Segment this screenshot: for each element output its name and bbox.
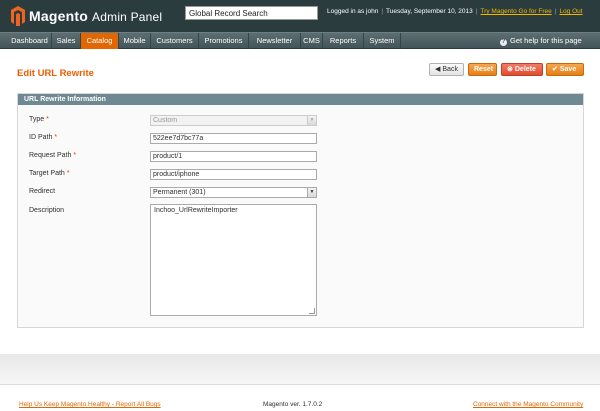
type-select-value: Custom xyxy=(153,117,178,124)
delete-icon: ⊗ xyxy=(507,66,513,73)
id-path-label: ID Path * xyxy=(29,134,58,141)
delete-button-label: Delete xyxy=(514,66,536,73)
back-button-label: Back xyxy=(442,66,458,73)
logout-link[interactable]: Log Out xyxy=(559,8,582,15)
target-path-label: Target Path * xyxy=(29,170,70,177)
save-icon: ✔ xyxy=(552,66,558,73)
global-search-input[interactable] xyxy=(185,6,318,20)
section-title: URL Rewrite Information xyxy=(18,94,583,105)
redirect-select-value: Permanent (301) xyxy=(153,189,206,196)
help-icon: ? xyxy=(500,39,507,46)
request-path-input[interactable]: product/1 xyxy=(150,151,317,162)
nav-item-promotions[interactable]: Promotions xyxy=(199,33,249,49)
type-label: Type * xyxy=(29,116,49,123)
nav-item-customers[interactable]: Customers xyxy=(151,33,199,49)
redirect-label: Redirect xyxy=(29,188,56,195)
save-button-label: Save xyxy=(559,66,577,73)
chevron-down-icon: ▼ xyxy=(307,116,316,125)
resize-grip-icon[interactable] xyxy=(309,308,315,314)
nav-item-reports[interactable]: Reports xyxy=(323,33,364,49)
nav-item-dashboard[interactable]: Dashboard xyxy=(0,33,52,49)
nav-item-cms[interactable]: CMS xyxy=(301,33,323,49)
header-user-info: Logged in as john | Tuesday, September 10,… xyxy=(327,8,583,15)
type-select[interactable]: Custom ▼ xyxy=(150,115,317,126)
admin-header: Magento Admin Panel Logged in as john|Tu… xyxy=(0,0,600,32)
id-path-input[interactable]: 522ee7d7bc77a xyxy=(150,133,317,144)
back-arrow-icon: ◀ xyxy=(435,66,441,73)
date-text: Tuesday, September 10, 2013 xyxy=(386,8,473,15)
target-path-input[interactable]: product/iphone xyxy=(150,169,317,180)
request-path-label: Request Path * xyxy=(29,152,77,159)
back-button[interactable]: ◀ Back xyxy=(429,63,464,76)
page-title: Edit URL Rewrite xyxy=(17,68,94,79)
brand-name: Magento Admin Panel xyxy=(29,8,163,24)
content-bottom-shade xyxy=(0,354,600,384)
try-magento-go-link[interactable]: Try Magento Go for Free xyxy=(480,8,551,15)
nav-item-sales[interactable]: Sales xyxy=(52,33,81,49)
nav-item-mobile[interactable]: Mobile xyxy=(119,33,151,49)
chevron-down-icon: ▼ xyxy=(307,188,316,197)
nav-item-system[interactable]: System xyxy=(364,33,401,49)
magento-logo[interactable]: Magento Admin Panel xyxy=(11,5,162,27)
help-link-label: Get help for this page xyxy=(510,36,582,45)
delete-button[interactable]: ⊗ Delete xyxy=(501,63,543,76)
reset-button[interactable]: Reset xyxy=(468,63,497,76)
logged-in-text: Logged in as john xyxy=(327,8,379,15)
description-textarea[interactable]: Inchoo_UrlRewriteImporter xyxy=(150,204,317,316)
nav-item-catalog[interactable]: Catalog xyxy=(81,33,119,49)
redirect-select[interactable]: Permanent (301) ▼ xyxy=(150,187,317,198)
save-button[interactable]: ✔ Save xyxy=(546,63,584,76)
reset-button-label: Reset xyxy=(474,66,494,73)
nav-item-newsletter[interactable]: Newsletter xyxy=(249,33,301,49)
help-link[interactable]: ? Get help for this page xyxy=(500,33,582,49)
community-link[interactable]: Connect with the Magento Community xyxy=(473,401,583,408)
description-label: Description xyxy=(29,207,65,214)
report-bugs-link[interactable]: Help Us Keep Magento Healthy - Report Al… xyxy=(19,401,161,408)
magento-logo-icon xyxy=(11,6,25,26)
description-value: Inchoo_UrlRewriteImporter xyxy=(154,207,238,214)
version-text: Magento ver. 1.7.0.2 xyxy=(263,401,323,408)
main-nav: Dashboard Sales Catalog Mobile Customers… xyxy=(0,32,600,49)
brand-suffix: Admin Panel xyxy=(92,10,163,24)
footer: Help Us Keep Magento Healthy - Report Al… xyxy=(0,384,600,411)
